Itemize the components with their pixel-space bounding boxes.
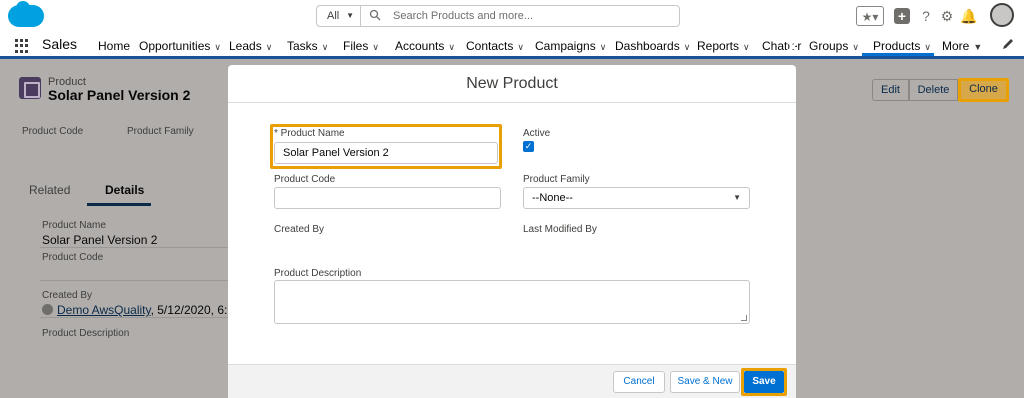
- avatar[interactable]: [990, 3, 1014, 27]
- tab-details[interactable]: Details: [105, 183, 144, 197]
- created-by-label: Created By: [42, 290, 93, 301]
- chevron-down-icon[interactable]: ∨: [684, 42, 691, 52]
- product-code-input[interactable]: [274, 187, 501, 209]
- product-family-field-label: Product Family: [523, 174, 590, 185]
- user-avatar-icon: [42, 304, 53, 315]
- nav-item-products[interactable]: Products ∨: [873, 39, 931, 53]
- product-description-field-label: Product Description: [274, 268, 362, 279]
- clone-button[interactable]: Clone: [961, 81, 1006, 100]
- chevron-down-icon[interactable]: ∨: [448, 42, 455, 52]
- chevron-down-icon: ▼: [346, 11, 354, 20]
- created-by-link[interactable]: Demo AwsQuality: [57, 303, 151, 317]
- modal-header: New Product: [228, 65, 796, 103]
- chevron-down-icon[interactable]: ∨: [852, 42, 859, 52]
- delete-button[interactable]: Delete: [909, 79, 958, 101]
- global-header: All ▼ Search Products and more... ★▾ + ? …: [0, 0, 1024, 31]
- product-code-field-label: Product Code: [274, 174, 336, 185]
- search-scope-select[interactable]: All ▼: [317, 6, 361, 26]
- divider: [40, 280, 230, 281]
- nav-item-campaigns[interactable]: Campaigns ∨: [535, 39, 606, 53]
- edit-button[interactable]: Edit: [872, 79, 909, 101]
- chevron-down-icon[interactable]: ∨: [322, 42, 329, 52]
- app-launcher-icon[interactable]: [15, 39, 29, 53]
- salesforce-logo-icon[interactable]: [8, 1, 44, 27]
- app-navigation: Sales Home Opportunities ∨ Leads ∨ Tasks ∨ …: [0, 31, 1024, 59]
- tab-active-indicator: [87, 203, 151, 206]
- edit-nav-pencil-icon[interactable]: [1001, 37, 1015, 51]
- favorites-star-icon[interactable]: ★▾: [856, 6, 884, 26]
- active-label: Active: [523, 128, 551, 139]
- divider: [40, 317, 230, 318]
- notifications-bell-icon[interactable]: 🔔: [960, 6, 978, 26]
- help-icon[interactable]: ?: [918, 6, 934, 26]
- product-icon: [19, 77, 41, 99]
- chevron-down-icon[interactable]: ∨: [517, 42, 524, 52]
- chevron-down-icon[interactable]: ∨: [600, 42, 607, 52]
- caret-down-icon: ▼: [733, 193, 741, 202]
- chevron-down-icon[interactable]: ∨: [743, 42, 750, 52]
- new-product-modal: New Product * Product Name Solar Panel V…: [228, 65, 796, 398]
- caret-down-icon[interactable]: ▼: [973, 42, 982, 52]
- modal-title: New Product: [466, 75, 558, 92]
- product-description-textarea[interactable]: [274, 280, 750, 324]
- chevron-down-icon[interactable]: ∨: [214, 42, 221, 52]
- nav-item-contacts[interactable]: Contacts ∨: [466, 39, 524, 53]
- product-family-select[interactable]: --None-- ▼: [523, 187, 750, 209]
- setup-gear-icon[interactable]: ⚙: [938, 6, 956, 26]
- close-modal-icon[interactable]: ✕: [783, 38, 803, 58]
- divider: [40, 247, 230, 248]
- chevron-down-icon[interactable]: ∨: [924, 42, 931, 52]
- nav-item-reports[interactable]: Reports ∨: [697, 39, 750, 53]
- created-by-field-label: Created By: [274, 224, 325, 235]
- product-name-label: Product Name: [42, 220, 106, 231]
- product-name-value: Solar Panel Version 2: [42, 233, 158, 247]
- global-search[interactable]: All ▼ Search Products and more...: [316, 5, 680, 27]
- save-button[interactable]: Save: [744, 371, 784, 393]
- add-icon[interactable]: +: [894, 8, 910, 24]
- search-icon: [369, 9, 381, 21]
- resize-handle-icon[interactable]: [741, 315, 747, 321]
- search-input[interactable]: Search Products and more...: [393, 6, 533, 26]
- highlight-field-product-family: Product Family: [127, 126, 194, 137]
- nav-item-accounts[interactable]: Accounts ∨: [395, 39, 455, 53]
- chevron-down-icon[interactable]: ∨: [266, 42, 273, 52]
- nav-item-more[interactable]: More ▼: [942, 39, 982, 53]
- product-name-input[interactable]: Solar Panel Version 2: [274, 142, 498, 164]
- tab-related[interactable]: Related: [29, 183, 70, 197]
- nav-item-home[interactable]: Home: [98, 39, 130, 53]
- created-by-value: Demo AwsQuality, 5/12/2020, 6:23 A: [42, 303, 251, 317]
- nav-item-tasks[interactable]: Tasks ∨: [287, 39, 328, 53]
- product-code-label: Product Code: [42, 252, 104, 263]
- nav-item-dashboards[interactable]: Dashboards ∨: [615, 39, 690, 53]
- save-and-new-button[interactable]: Save & New: [670, 371, 740, 393]
- app-name: Sales: [42, 36, 78, 52]
- last-modified-by-field-label: Last Modified By: [523, 224, 597, 235]
- nav-item-opportunities[interactable]: Opportunities ∨: [139, 39, 221, 53]
- cancel-button[interactable]: Cancel: [613, 371, 665, 393]
- active-checkbox[interactable]: ✓: [523, 141, 534, 152]
- product-name-field-label: * Product Name: [274, 128, 345, 139]
- record-title: Solar Panel Version 2: [48, 87, 191, 103]
- nav-item-groups[interactable]: Groups ∨: [809, 39, 859, 53]
- nav-item-files[interactable]: Files ∨: [343, 39, 379, 53]
- product-description-label: Product Description: [42, 328, 130, 339]
- nav-item-leads[interactable]: Leads ∨: [229, 39, 272, 53]
- chevron-down-icon[interactable]: ∨: [372, 42, 379, 52]
- highlight-field-product-code: Product Code: [22, 126, 84, 137]
